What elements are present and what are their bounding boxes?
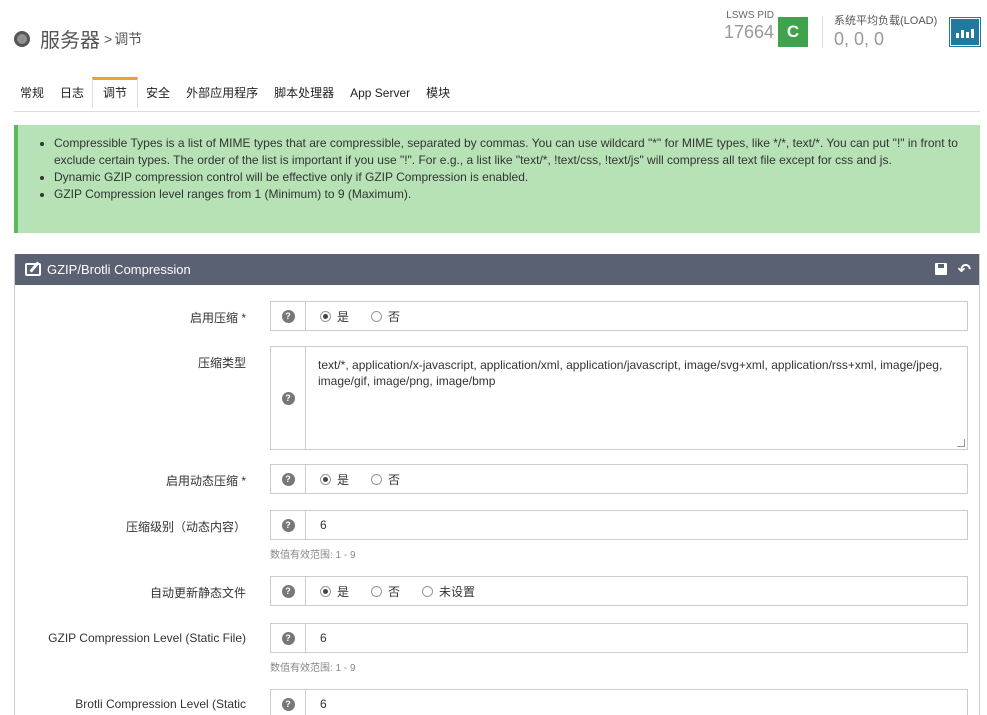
info-box: Compressible Types is a list of MIME typ… [14, 125, 980, 233]
gzip-static-level-input[interactable]: 6 [306, 624, 967, 652]
radio-no[interactable]: 否 [371, 583, 400, 600]
range-hint: 数值有效范围: 1 - 9 [270, 663, 356, 674]
brotli-static-level-input[interactable]: 6 [306, 690, 967, 715]
panel-header: GZIP/Brotli Compression ↶ [15, 254, 979, 285]
field-label: 自动更新静态文件 [149, 586, 246, 600]
radio-yes[interactable]: 是 [320, 471, 349, 488]
field-label: Brotli Compression Level (Static [75, 697, 246, 711]
radio-label: 未设置 [439, 584, 476, 599]
radio-label: 否 [388, 584, 401, 599]
radio-dot-icon [320, 473, 331, 485]
info-item: GZIP Compression level ranges from 1 (Mi… [54, 186, 970, 203]
info-item: Dynamic GZIP compression control will be… [54, 169, 970, 186]
help-cell: ? [271, 690, 306, 715]
gzip-dynamic-level-field: ? 6 [270, 510, 968, 540]
radio-dot-icon [371, 585, 383, 597]
gzip-dynamic-level-input[interactable]: 6 [306, 511, 967, 539]
tab-script-handler[interactable]: 脚本处理器 [266, 82, 342, 108]
pid-value: 17664 [723, 22, 774, 42]
gzip-static-level-field: ? 6 [270, 623, 968, 653]
enable-compression-field: ? 是 否 [270, 301, 968, 331]
tab-external-apps[interactable]: 外部应用程序 [178, 82, 266, 108]
help-icon[interactable]: ? [281, 472, 295, 486]
title-main: 服务器 [40, 30, 100, 52]
field-label: GZIP Compression Level (Static File) [48, 631, 246, 645]
radio-label: 是 [337, 309, 350, 324]
back-icon[interactable]: ↶ [958, 260, 971, 280]
bar-chart-icon [956, 33, 959, 38]
help-icon[interactable]: ? [281, 518, 295, 532]
radio-label: 否 [388, 309, 401, 324]
help-icon[interactable]: ? [281, 584, 295, 598]
divider [822, 16, 823, 48]
radio-label: 否 [388, 472, 401, 487]
bar-chart-icon [961, 30, 964, 38]
radio-label: 是 [337, 584, 350, 599]
panel-title: GZIP/Brotli Compression [47, 262, 191, 277]
radio-dot-icon [320, 310, 331, 322]
brotli-static-level-field: ? 6 [270, 689, 968, 715]
load-value: 0, 0, 0 [834, 29, 885, 49]
compression-panel: GZIP/Brotli Compression ↶ 启用压缩 * ? 是 否 压… [14, 254, 980, 715]
radio-no[interactable]: 否 [371, 308, 400, 325]
page-header: 服务器 > 调节 LSWS PID 17664 C 系统平均负载(LOAD) 0… [0, 0, 987, 70]
radio-label: 是 [337, 472, 350, 487]
tab-tuning[interactable]: 调节 [92, 77, 139, 108]
reload-button[interactable]: C [778, 17, 808, 47]
radio-no[interactable]: 否 [371, 471, 400, 488]
help-cell: ? [271, 302, 306, 330]
tab-modules[interactable]: 模块 [418, 82, 458, 108]
field-label: 启用压缩 * [189, 311, 246, 325]
breadcrumb-separator: > [104, 30, 113, 47]
radio-dot-icon [422, 585, 434, 597]
help-icon[interactable]: ? [281, 391, 295, 405]
help-icon[interactable]: ? [281, 697, 295, 711]
radio-unset[interactable]: 未设置 [422, 583, 475, 600]
field-label: 启用动态压缩 * [165, 474, 246, 488]
compressible-types-textarea[interactable]: text/*, application/x-javascript, applic… [306, 347, 967, 449]
page-title: 服务器 > 调节 [14, 24, 142, 53]
help-cell: ? [271, 465, 306, 493]
pid-label: LSWS PID [726, 10, 774, 21]
help-cell: ? [271, 624, 306, 652]
auto-update-static-field: ? 是 否 未设置 [270, 576, 968, 606]
radio-dot-icon [371, 310, 383, 322]
edit-icon [25, 263, 41, 276]
help-cell: ? [271, 577, 306, 605]
tab-bar: 常规 日志 调节 安全 外部应用程序 脚本处理器 App Server 模块 [14, 77, 458, 108]
bar-chart-icon [966, 32, 969, 38]
enable-dynamic-field: ? 是 否 [270, 464, 968, 494]
help-icon[interactable]: ? [281, 631, 295, 645]
resize-handle-icon[interactable] [957, 439, 965, 447]
save-icon[interactable] [935, 263, 947, 275]
bar-chart-icon [971, 29, 974, 38]
tab-log[interactable]: 日志 [52, 82, 92, 108]
pid-block: LSWS PID 17664 [718, 10, 774, 43]
help-icon[interactable]: ? [281, 309, 295, 323]
range-hint: 数值有效范围: 1 - 9 [270, 550, 356, 561]
tab-app-server[interactable]: App Server [342, 82, 418, 108]
help-cell: ? [271, 511, 306, 539]
radio-dot-icon [320, 585, 331, 597]
compressible-types-field: ? text/*, application/x-javascript, appl… [270, 346, 968, 450]
textarea-value: text/*, application/x-javascript, applic… [318, 358, 943, 388]
field-label: 压缩类型 [197, 356, 246, 370]
load-label: 系统平均负载(LOAD) [834, 15, 938, 27]
title-subpage: 调节 [114, 30, 143, 47]
stats-chart-button[interactable] [949, 17, 981, 47]
globe-icon [14, 30, 30, 47]
field-label: 压缩级别（动态内容） [125, 520, 246, 534]
info-item: Compressible Types is a list of MIME typ… [54, 135, 970, 169]
radio-yes[interactable]: 是 [320, 308, 349, 325]
help-cell: ? [271, 347, 306, 449]
tab-security[interactable]: 安全 [138, 82, 178, 108]
tab-underline [14, 111, 980, 112]
tab-general[interactable]: 常规 [14, 82, 52, 108]
radio-dot-icon [371, 473, 383, 485]
radio-yes[interactable]: 是 [320, 583, 349, 600]
